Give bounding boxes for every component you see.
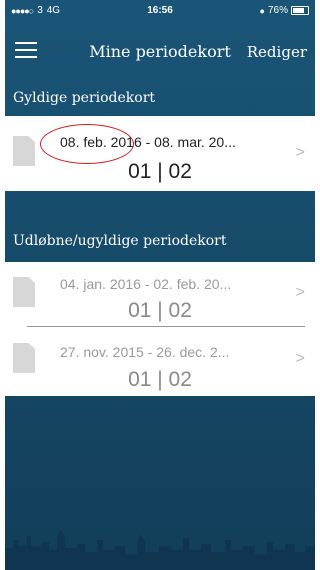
chevron-right-icon: >	[295, 144, 305, 161]
chevron-right-icon: >	[295, 284, 305, 301]
period-card-expired[interactable]: 27. nov. 2015 - 26. dec. 2... 01 | 02 >	[5, 328, 315, 396]
orientation-lock-icon: ●	[259, 5, 265, 16]
card-zones: 01 | 02	[128, 299, 192, 322]
battery-percent: 76%	[267, 5, 288, 16]
card-date-range: 04. jan. 2016 - 02. feb. 20...	[60, 276, 232, 292]
nav-bar: Mine periodekort Rediger	[5, 22, 315, 82]
period-card-expired[interactable]: 04. jan. 2016 - 02. feb. 20... 01 | 02 >	[5, 262, 315, 326]
card-zones: 01 | 02	[128, 368, 192, 391]
app-screen: ●●●●○ 3 4G 16:56 ● 76% Mine periodekort …	[5, 0, 315, 570]
chevron-right-icon: >	[295, 350, 305, 367]
status-bar: ●●●●○ 3 4G 16:56 ● 76%	[5, 0, 315, 20]
annotation-circle	[40, 124, 134, 164]
card-zones: 01 | 02	[128, 160, 192, 183]
status-right: ● 76%	[260, 5, 309, 16]
section-header-valid: Gyldige periodekort	[13, 90, 156, 106]
city-skyline-illustration	[5, 530, 315, 570]
card-divider-line	[27, 326, 305, 327]
edit-button[interactable]: Rediger	[247, 43, 307, 61]
card-date-range: 27. nov. 2015 - 26. dec. 2...	[60, 344, 230, 360]
battery-icon	[291, 6, 309, 15]
section-header-expired: Udløbne/ugyldige periodekort	[13, 233, 227, 249]
